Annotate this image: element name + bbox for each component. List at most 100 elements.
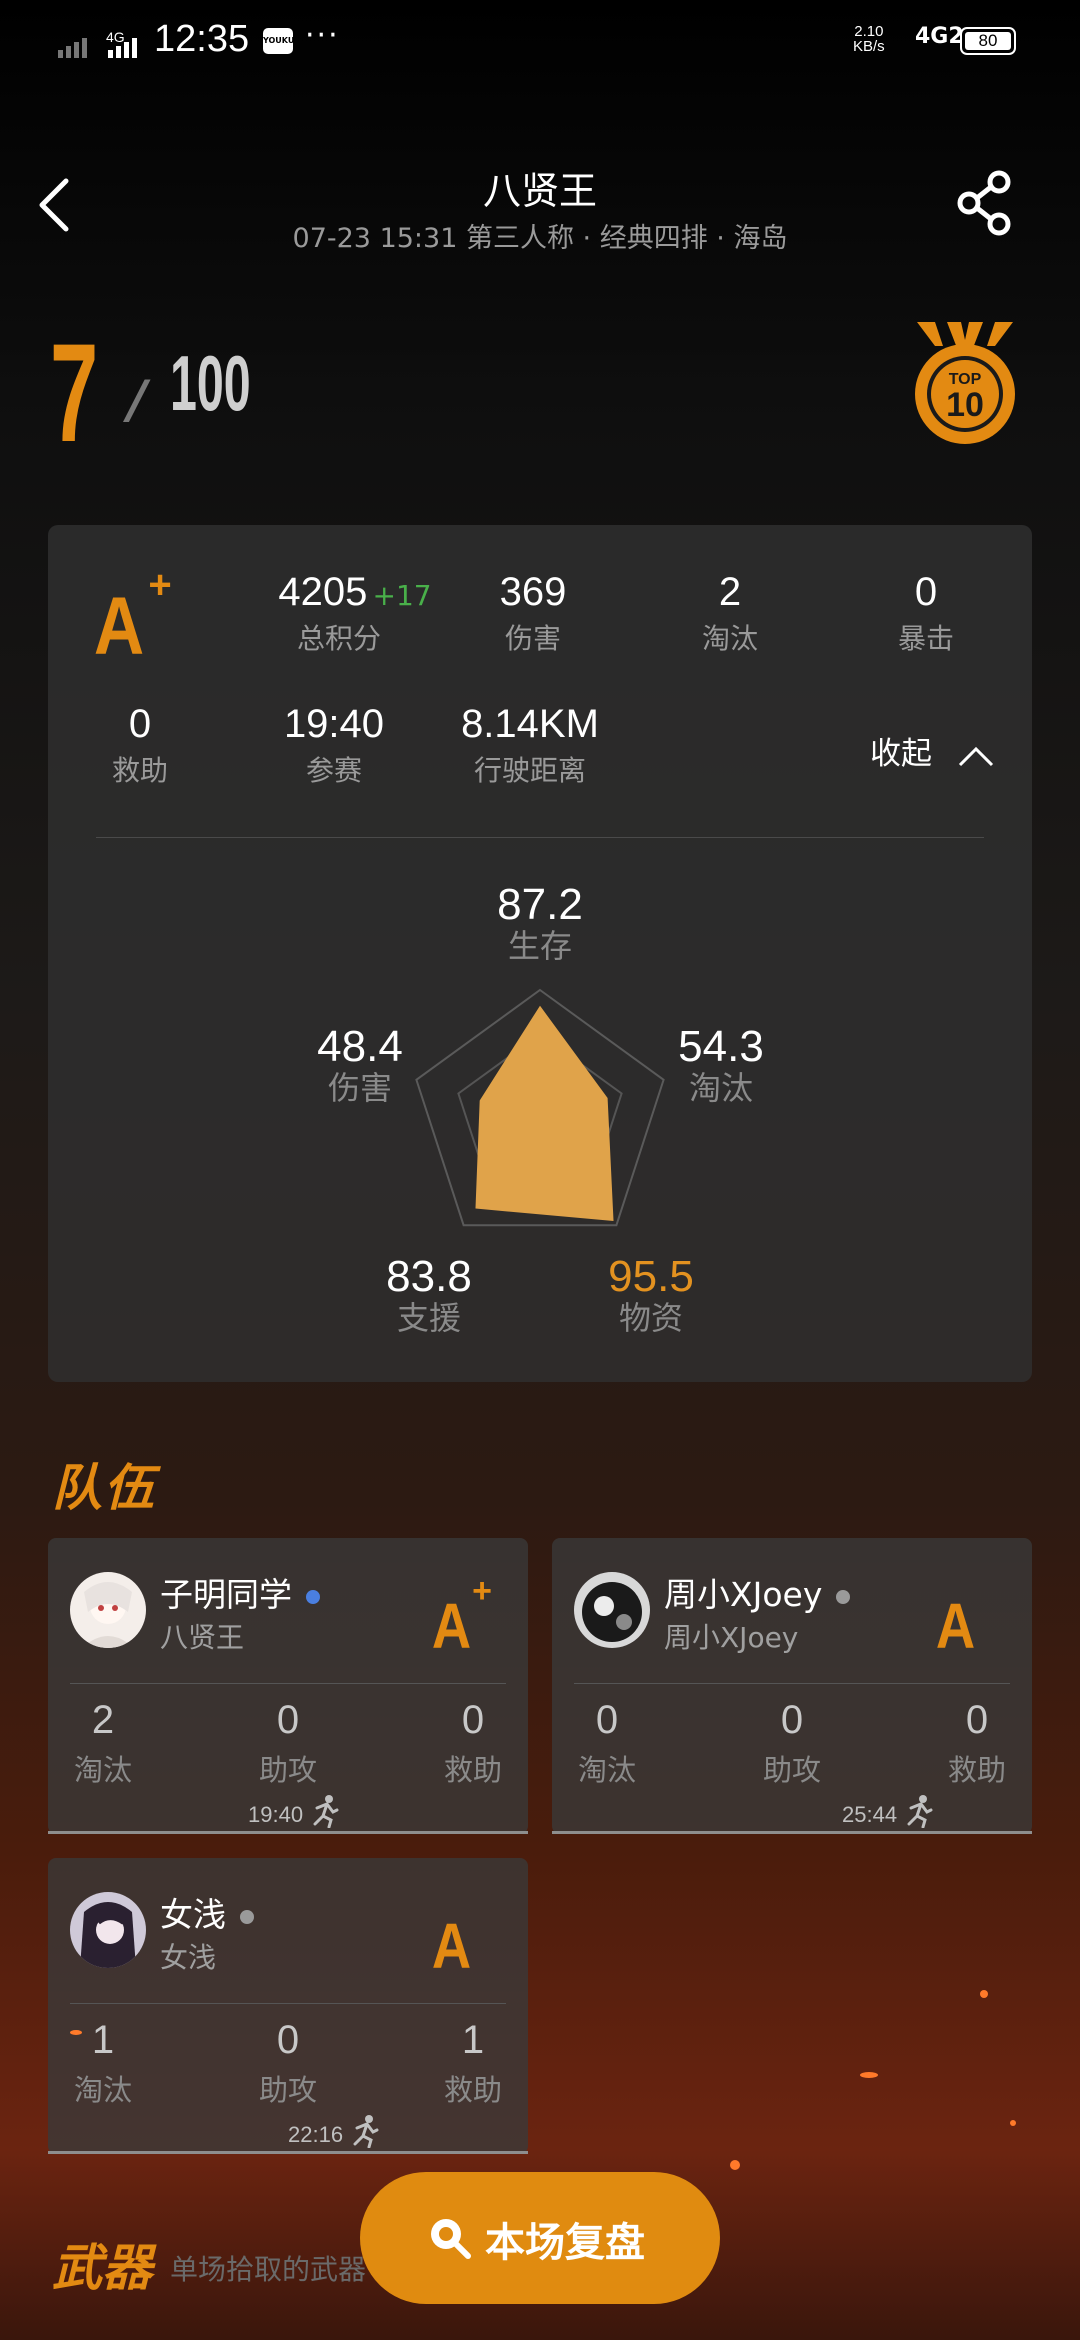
member-survival-time: 19:40: [248, 1794, 339, 1829]
offline-status-dot: [836, 1589, 851, 1604]
running-icon: [907, 1795, 933, 1829]
distance-label: 行驶距离: [473, 754, 586, 787]
ember-decoration: [980, 1990, 988, 1998]
distance-stat: 8.14KM 行驶距离: [450, 702, 610, 789]
ember-decoration: [730, 2160, 740, 2170]
match-replay-label: 本场复盘: [485, 2220, 645, 2266]
card-bottom-line: [552, 1831, 1032, 1834]
member-revives: 1 救助: [443, 2018, 502, 2107]
total-score-stat: 4205 +17 总积分: [255, 570, 455, 657]
survival-value: 87.2: [497, 880, 583, 929]
assists-label: 救助: [111, 754, 168, 787]
battery-icon: 80: [960, 27, 1016, 55]
team-section-title: 队伍: [52, 1459, 156, 1517]
network-speed-value: 2.10: [854, 23, 884, 40]
share-button[interactable]: [955, 168, 1015, 238]
card-bottom-line: [48, 2151, 528, 2154]
member-nickname: 八贤王: [160, 1621, 245, 1654]
card-bottom-line: [48, 1831, 528, 1834]
crits-label: 暴击: [897, 622, 954, 655]
survival-label: 生存: [507, 927, 572, 965]
network-speed-unit: KB/s: [853, 38, 885, 55]
member-assists: 0 助攻: [258, 1698, 317, 1787]
total-score-label: 总积分: [297, 622, 382, 655]
score-delta: +17: [372, 579, 432, 612]
collapse-button[interactable]: 收起: [870, 728, 996, 773]
overall-grade: A +: [80, 563, 180, 672]
avatar: [574, 1572, 650, 1648]
weapons-section-title: 武器: [52, 2239, 152, 2297]
svg-text:A: A: [432, 1910, 471, 1976]
time-label: 参赛: [305, 754, 362, 787]
member-kills: 2 淘汰: [73, 1698, 132, 1787]
member-assists: 0 助攻: [762, 1698, 821, 1787]
member-revives: 0 救助: [443, 1698, 502, 1787]
supplies-value: 95.5: [608, 1252, 694, 1301]
member-kills: 1 淘汰: [73, 2018, 132, 2107]
match-replay-button[interactable]: 本场复盘: [360, 2172, 720, 2304]
assists-stat: 0 救助: [60, 702, 220, 789]
rank-total: 100: [170, 339, 251, 427]
offline-status-dot: [240, 1909, 254, 1924]
battery-level: 80: [965, 32, 1011, 50]
team-member-card[interactable]: 周小XJoey 周小XJoey A 0 淘汰 0 助攻 0 救助 25:44: [552, 1538, 1032, 1834]
more-notifications-icon: ···: [305, 18, 340, 53]
member-revives: 0 救助: [947, 1698, 1006, 1787]
network-type: 4G2: [915, 24, 964, 49]
ember-decoration: [1010, 2120, 1016, 2126]
radar-survival: 87.2 生存: [460, 880, 620, 962]
member-grade: A +: [426, 1572, 496, 1662]
radar-chart: [415, 988, 665, 1227]
rank-position: 7: [50, 314, 99, 471]
grade-letter: A: [94, 581, 144, 668]
clock: 12:35: [154, 18, 250, 60]
member-name: 周小XJoey: [664, 1568, 851, 1616]
crits-value: 0: [914, 570, 938, 614]
page-title: 八贤王: [482, 169, 597, 213]
rank-separator: /: [128, 370, 147, 430]
radar-value-area: [475, 1005, 614, 1221]
online-status-dot: [306, 1589, 320, 1604]
top10-badge-icon: TOP 10: [905, 318, 1025, 448]
team-member-card[interactable]: 女浅 女浅 A 1 淘汰 0 助攻 1 救助 22:16: [48, 1858, 528, 2154]
radar-supplies: 95.5 物资: [571, 1252, 731, 1334]
network-speed: 2.10 KB/s: [853, 24, 885, 54]
signal-icon: 4G: [58, 29, 148, 65]
card-divider: [574, 1683, 1010, 1684]
chevron-up-icon: [958, 746, 993, 766]
support-value: 83.8: [386, 1252, 472, 1301]
kills-value: 2: [718, 570, 742, 614]
running-icon: [313, 1795, 339, 1829]
replay-search-icon: [431, 2219, 471, 2259]
kills-stat: 2 淘汰: [650, 570, 810, 657]
assists-value: 0: [128, 702, 152, 746]
weapons-subtitle: 单场拾取的武器: [170, 2253, 367, 2286]
crits-stat: 0 暴击: [846, 570, 1006, 657]
svg-text:A: A: [936, 1590, 975, 1656]
member-nickname: 周小XJoey: [664, 1621, 799, 1654]
time-value: 19:40: [283, 702, 385, 746]
member-name: 女浅: [160, 1888, 254, 1936]
grade-plus: +: [148, 568, 171, 607]
member-nickname: 女浅: [160, 1941, 217, 1974]
member-grade: A: [930, 1576, 1000, 1662]
member-kills: 0 淘汰: [577, 1698, 636, 1787]
share-icon: [957, 170, 1011, 236]
card-divider: [70, 2003, 506, 2004]
running-icon: [353, 2115, 379, 2149]
card-divider: [96, 837, 984, 838]
card-divider: [70, 1683, 506, 1684]
member-assists: 0 助攻: [258, 2018, 317, 2107]
team-member-card[interactable]: 子明同学 八贤王 A + 2 淘汰 0 助攻 0 救助 19:40: [48, 1538, 528, 1834]
damage-stat: 369 伤害: [453, 570, 613, 657]
avatar: [70, 1572, 146, 1648]
time-stat: 19:40 参赛: [254, 702, 414, 789]
damage-label: 伤害: [504, 622, 561, 655]
ember-decoration: [860, 2072, 878, 2078]
svg-text:A: A: [432, 1590, 471, 1656]
ember-decoration: [70, 2030, 82, 2035]
damage-value: 369: [499, 570, 567, 614]
distance-value: 8.14KM: [461, 702, 599, 746]
supplies-label: 物资: [618, 1299, 683, 1337]
member-grade: A: [426, 1896, 496, 1982]
